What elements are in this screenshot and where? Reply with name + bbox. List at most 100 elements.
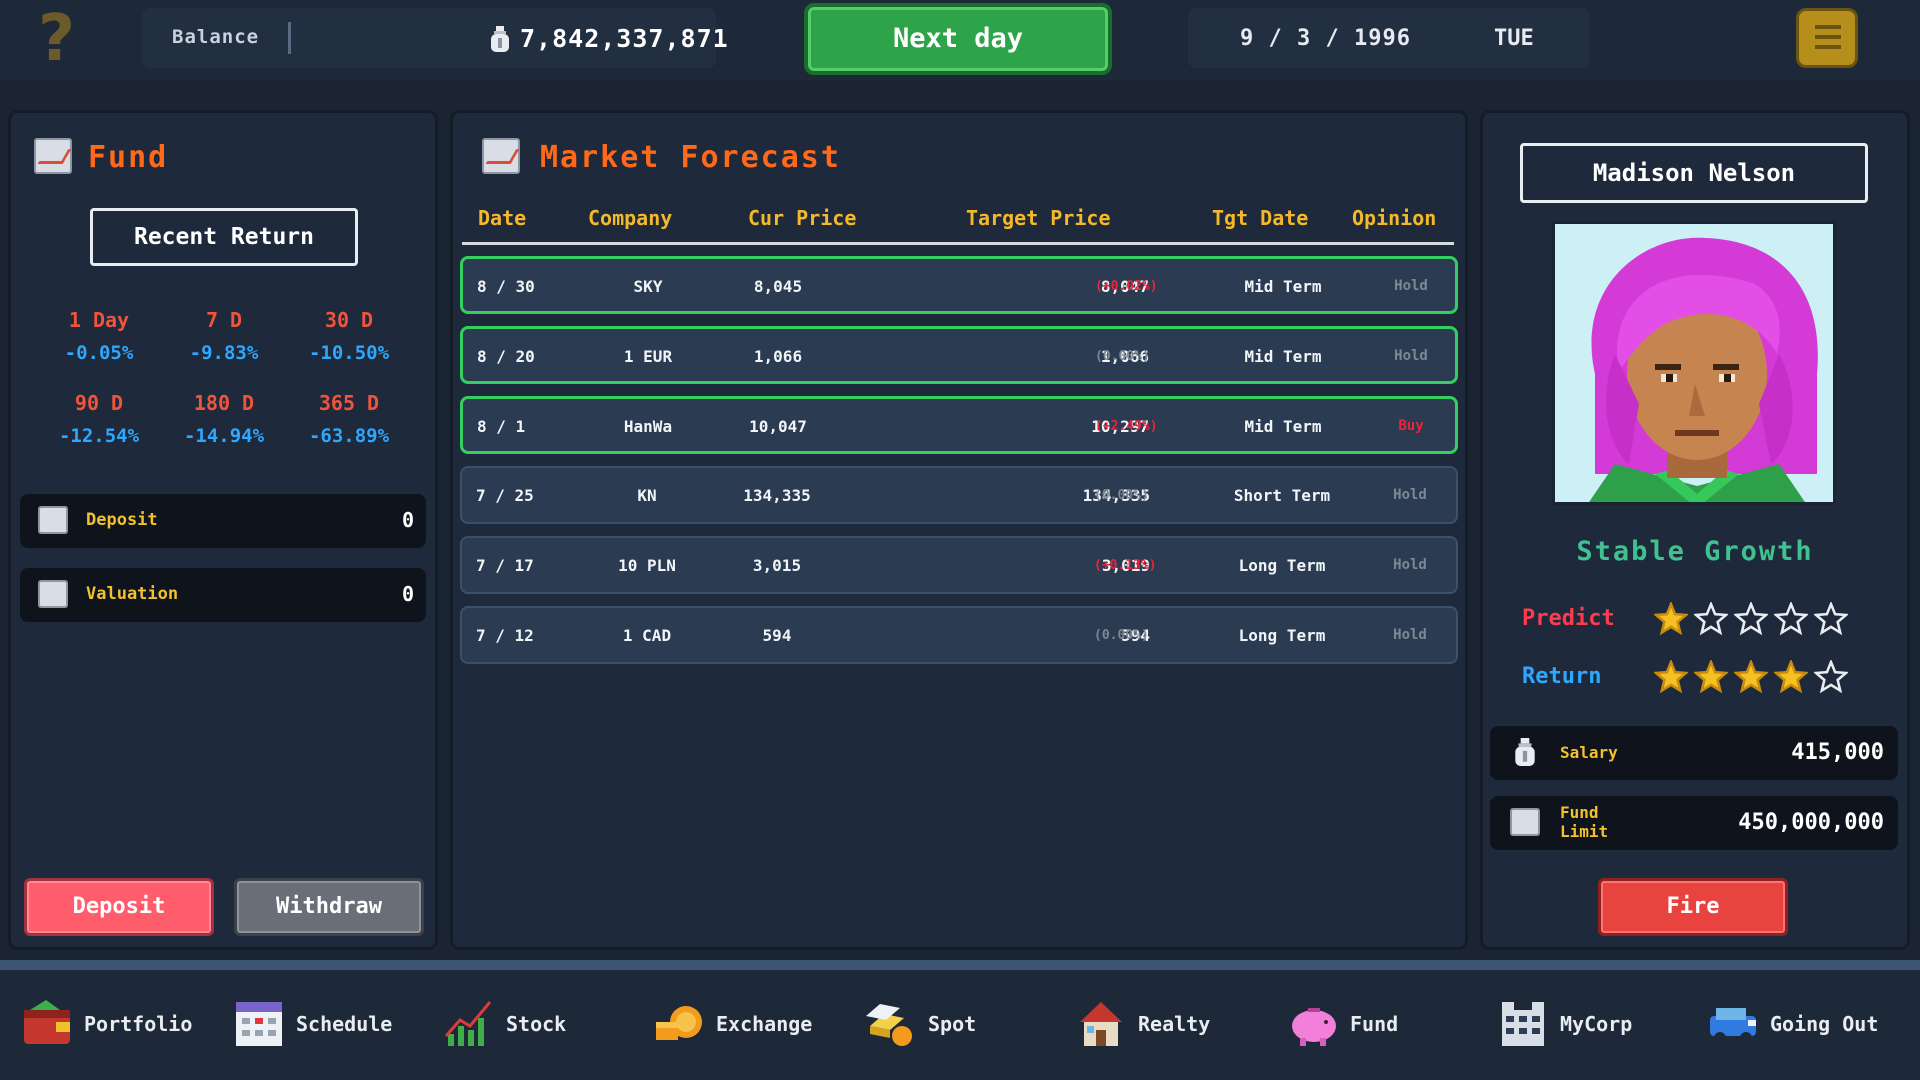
forecast-row[interactable]: 7 / 25 KN 134,335 134,335 (0.00%) Short Term H… <box>460 466 1458 524</box>
row-change-percent: (0.00%) <box>1095 349 1150 364</box>
nav-item-realty[interactable]: Realty <box>1074 996 1274 1056</box>
nav-item-schedule[interactable]: Schedule <box>232 996 432 1056</box>
valuation-row: Valuation 0 <box>20 568 426 622</box>
return-period-value: -14.94% <box>183 425 265 447</box>
return-period-label: 30 D <box>324 308 374 332</box>
row-change-percent: (+0.02%) <box>1095 279 1158 294</box>
salary-value: 415,000 <box>1791 740 1884 765</box>
star-filled-icon <box>1734 660 1768 694</box>
row-target-date: Mid Term <box>1244 417 1322 436</box>
nav-item-label: Stock <box>506 1012 567 1036</box>
row-opinion: Hold <box>1394 278 1428 294</box>
column-header-opinion: Opinion <box>1352 206 1437 230</box>
column-header-target-price: Target Price <box>966 206 1111 230</box>
piggy-bank-icon <box>1292 1008 1336 1046</box>
row-cur-price: 8,045 <box>753 277 803 296</box>
row-target-date: Long Term <box>1238 626 1326 645</box>
menu-button[interactable] <box>1796 8 1858 68</box>
salary-row: Salary 415,000 <box>1490 726 1898 780</box>
nav-item-portfolio[interactable]: Portfolio <box>20 996 220 1056</box>
balance-value: 7,842,337,871 <box>520 24 729 53</box>
return-period-label: 365 D <box>318 391 380 415</box>
deposit-value: 0 <box>401 508 414 532</box>
return-period-value: -12.54% <box>58 425 140 447</box>
return-period-value: -63.89% <box>308 425 390 447</box>
fund-chart-icon <box>38 580 68 608</box>
office-building-icon <box>1502 1002 1544 1046</box>
row-date: 7 / 17 <box>476 556 534 575</box>
house-icon <box>1080 1002 1122 1046</box>
row-target-date: Mid Term <box>1244 277 1322 296</box>
column-header-tgt-date: Tgt Date <box>1212 206 1309 230</box>
row-target-date: Mid Term <box>1244 347 1322 366</box>
fund-chart-icon <box>38 506 68 534</box>
return-period-value: -0.05% <box>64 342 134 364</box>
row-company: HanWa <box>623 417 673 436</box>
nav-item-fund[interactable]: Fund <box>1286 996 1486 1056</box>
deposit-button[interactable]: Deposit <box>24 878 214 936</box>
nav-item-stock[interactable]: Stock <box>442 996 642 1056</box>
column-header-cur-price: Cur Price <box>748 206 857 230</box>
row-change-percent: (0.00%) <box>1094 628 1149 643</box>
header-divider <box>462 242 1454 245</box>
return-period-label: 90 D <box>74 391 124 415</box>
forecast-row[interactable]: 8 / 1 HanWa 10,047 10,297 (+2.49%) Mid Term Bu… <box>460 396 1458 454</box>
row-company: 10 PLN <box>618 556 676 575</box>
fire-button[interactable]: Fire <box>1598 878 1788 936</box>
column-header-date: Date <box>478 206 527 230</box>
row-cur-price: 10,047 <box>749 417 807 436</box>
car-icon <box>1710 1008 1756 1044</box>
nav-item-exchange[interactable]: Exchange <box>652 996 852 1056</box>
valuation-value: 0 <box>401 582 414 606</box>
row-date: 7 / 12 <box>476 626 534 645</box>
row-opinion: Hold <box>1393 487 1427 503</box>
forecast-row[interactable]: 7 / 12 1 CAD 594 594 (0.00%) Long Term Hold <box>460 606 1458 664</box>
next-day-button[interactable]: Next day <box>804 3 1112 75</box>
withdraw-button[interactable]: Withdraw <box>234 878 424 936</box>
forecast-row[interactable]: 8 / 30 SKY 8,045 8,047 (+0.02%) Mid Term Hold <box>460 256 1458 314</box>
row-cur-price: 1,066 <box>753 347 803 366</box>
nav-item-label: Exchange <box>716 1012 813 1036</box>
star-filled-icon <box>1694 660 1728 694</box>
return-period-value: -10.50% <box>308 342 390 364</box>
fund-limit-label: Limit <box>1560 822 1609 841</box>
row-opinion: Hold <box>1394 348 1428 364</box>
nav-item-label: MyCorp <box>1560 1012 1633 1036</box>
nav-item-mycorp[interactable]: MyCorp <box>1496 996 1696 1056</box>
stock-chart-icon <box>444 1001 492 1046</box>
nav-item-going-out[interactable]: Going Out <box>1706 996 1906 1056</box>
gold-bars-icon <box>866 1004 912 1046</box>
return-period-label: 1 Day <box>68 308 130 332</box>
nav-item-spot[interactable]: Spot <box>864 996 1064 1056</box>
manager-style: Stable Growth <box>1576 536 1814 567</box>
fund-chart-icon <box>1510 808 1540 836</box>
nav-item-label: Spot <box>928 1012 977 1036</box>
market-forecast-panel <box>450 110 1468 950</box>
row-date: 8 / 20 <box>477 347 535 366</box>
forecast-chart-icon <box>482 138 520 174</box>
row-company: SKY <box>633 277 663 296</box>
star-filled-icon <box>1654 660 1688 694</box>
recent-return-button[interactable]: Recent Return <box>90 208 358 266</box>
current-date: 9 / 3 / 1996 <box>1240 26 1411 51</box>
forecast-row[interactable]: 8 / 20 1 EUR 1,066 1,066 (0.00%) Mid Term Hold <box>460 326 1458 384</box>
deposit-label: Deposit <box>86 510 158 530</box>
star-empty-icon <box>1694 602 1728 636</box>
row-cur-price: 134,335 <box>743 486 811 505</box>
salary-label: Salary <box>1560 743 1618 762</box>
row-change-percent: (+0.13%) <box>1094 558 1157 573</box>
row-target-date: Long Term <box>1238 556 1326 575</box>
row-opinion: Buy <box>1398 418 1424 434</box>
forecast-row[interactable]: 7 / 17 10 PLN 3,015 3,019 (+0.13%) Long Term H… <box>460 536 1458 594</box>
current-weekday: TUE <box>1494 26 1534 51</box>
column-header-company: Company <box>588 206 673 230</box>
nav-item-label: Fund <box>1350 1012 1399 1036</box>
help-icon[interactable]: ? <box>38 7 84 71</box>
row-change-percent: (+2.49%) <box>1095 419 1158 434</box>
coins-icon <box>656 1006 702 1040</box>
predict-rating <box>1654 602 1854 636</box>
return-period-label: 7 D <box>205 308 243 332</box>
balance-label: Balance <box>172 26 260 48</box>
money-bag-icon <box>1515 738 1535 766</box>
manager-portrait <box>1552 221 1836 505</box>
